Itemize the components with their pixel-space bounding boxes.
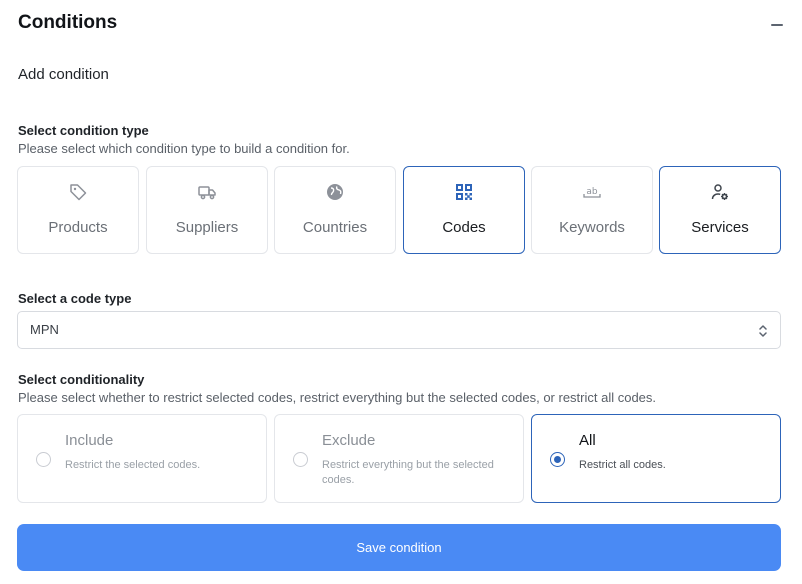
condition-type-help: Please select which condition type to bu… xyxy=(18,141,350,156)
type-label: Suppliers xyxy=(175,219,239,236)
code-type-value: MPN xyxy=(30,322,59,337)
type-label: Codes xyxy=(442,219,486,236)
option-title: All xyxy=(579,432,596,449)
conditions-header: Conditions xyxy=(18,12,784,38)
conditionality-options: Include Restrict the selected codes. Exc… xyxy=(17,414,781,503)
condition-type-options: Products Suppliers Countries Codes ab Ke… xyxy=(17,166,781,254)
svg-text:ab: ab xyxy=(586,187,598,197)
conditionality-label: Select conditionality xyxy=(18,372,145,387)
type-label: Services xyxy=(691,219,749,236)
condition-type-services[interactable]: Services xyxy=(659,166,781,254)
text-ab-icon: ab xyxy=(583,187,601,198)
code-type-label: Select a code type xyxy=(18,291,132,306)
option-title: Include xyxy=(65,432,114,449)
tag-icon xyxy=(70,184,87,201)
conditionality-help: Please select whether to restrict select… xyxy=(18,390,657,405)
conditionality-exclude[interactable]: Exclude Restrict everything but the sele… xyxy=(274,414,524,503)
page-title: Conditions xyxy=(18,12,118,33)
include-radio[interactable] xyxy=(36,452,51,467)
save-condition-button[interactable]: Save condition xyxy=(17,524,781,571)
type-label: Keywords xyxy=(559,219,625,236)
type-label: Products xyxy=(48,219,108,236)
condition-type-products[interactable]: Products xyxy=(17,166,139,254)
qr-code-icon xyxy=(456,184,472,200)
option-description: Restrict the selected codes. xyxy=(65,459,201,471)
add-condition-title: Add condition xyxy=(18,66,109,83)
conditionality-all[interactable]: All Restrict all codes. xyxy=(531,414,781,503)
option-description: Restrict everything but the selected cod… xyxy=(322,459,494,486)
condition-type-keywords[interactable]: ab Keywords xyxy=(531,166,653,254)
type-label: Countries xyxy=(302,219,368,236)
condition-type-countries[interactable]: Countries xyxy=(274,166,396,254)
globe-icon xyxy=(327,184,343,200)
truck-icon xyxy=(198,186,216,200)
user-gear-icon xyxy=(711,184,728,200)
exclude-radio[interactable] xyxy=(293,452,308,467)
all-radio[interactable] xyxy=(550,452,565,467)
option-description: Restrict all codes. xyxy=(579,459,666,471)
code-type-select[interactable]: MPN xyxy=(17,311,781,349)
option-title: Exclude xyxy=(322,432,376,449)
condition-type-codes[interactable]: Codes xyxy=(403,166,525,254)
chevron-up-down-icon xyxy=(759,325,767,337)
conditionality-include[interactable]: Include Restrict the selected codes. xyxy=(17,414,267,503)
minus-icon[interactable] xyxy=(770,18,784,32)
condition-type-suppliers[interactable]: Suppliers xyxy=(146,166,268,254)
condition-type-label: Select condition type xyxy=(18,123,149,138)
